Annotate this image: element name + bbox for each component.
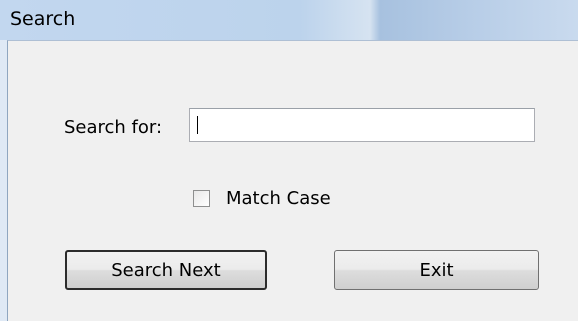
- search-input[interactable]: [189, 108, 535, 142]
- search-next-button[interactable]: Search Next: [65, 250, 267, 290]
- window-title: Search: [10, 8, 76, 30]
- match-case-label[interactable]: Match Case: [226, 188, 331, 209]
- title-bar[interactable]: Search: [0, 0, 578, 40]
- search-for-label: Search for:: [64, 117, 163, 138]
- exit-button[interactable]: Exit: [334, 250, 539, 290]
- match-case-checkbox[interactable]: [193, 190, 210, 207]
- text-caret: [197, 116, 198, 134]
